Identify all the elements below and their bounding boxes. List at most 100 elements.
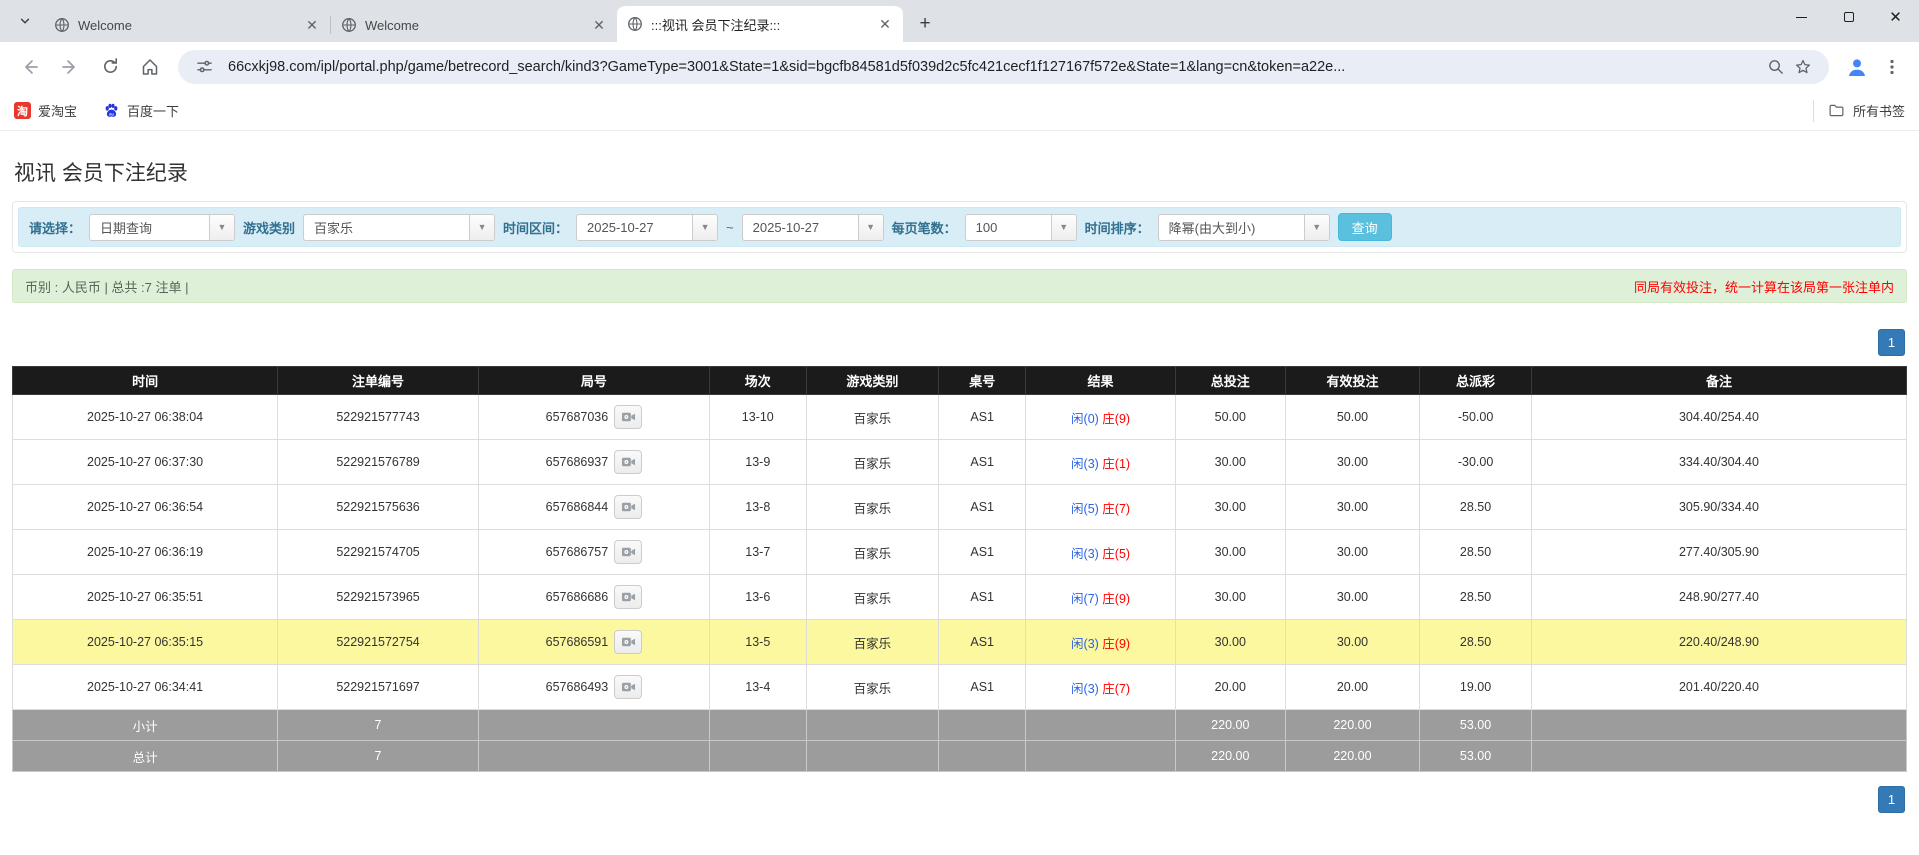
footer-cell [806, 741, 939, 772]
query-type-select[interactable]: 日期查询 ▼ [89, 214, 235, 241]
new-tab-button[interactable]: + [911, 10, 939, 38]
cell-note: 305.90/334.40 [1531, 485, 1906, 530]
chrome-menu-kebab-icon[interactable] [1877, 52, 1907, 82]
address-bar[interactable]: 66cxkj98.com/ipl/portal.php/game/betreco… [178, 50, 1829, 84]
cell-total-bet[interactable]: 30.00 [1175, 620, 1285, 665]
video-replay-icon[interactable] [614, 675, 642, 699]
page-size-label: 每页笔数： [892, 218, 957, 237]
all-bookmarks-label: 所有书签 [1853, 101, 1905, 120]
cell-valid-bet: 20.00 [1285, 665, 1419, 710]
close-icon[interactable]: ✕ [877, 16, 893, 32]
chevron-down-icon: ▼ [1304, 215, 1329, 240]
result-player: 闲(0) [1071, 412, 1099, 426]
page-number-button[interactable]: 1 [1878, 329, 1905, 356]
bookmark-label: 爱淘宝 [38, 101, 77, 120]
result-player: 闲(5) [1071, 502, 1099, 516]
cell-round-id: 657686591 [478, 620, 709, 665]
page-size-select[interactable]: 100 ▼ [965, 214, 1077, 241]
cell-round-id: 657686757 [478, 530, 709, 575]
tab-welcome-1[interactable]: Welcome ✕ [44, 8, 330, 42]
forward-icon[interactable] [53, 50, 87, 84]
site-settings-tune-icon[interactable] [190, 53, 218, 81]
bookmark-star-icon[interactable] [1789, 53, 1817, 81]
page-number-button[interactable]: 1 [1878, 786, 1905, 813]
round-id-text: 657686757 [546, 545, 609, 559]
cell-game-type: 百家乐 [806, 665, 939, 710]
reload-icon[interactable] [93, 50, 127, 84]
zoom-magnifier-icon[interactable] [1761, 53, 1789, 81]
page-content: 视讯 会员下注纪录 请选择： 日期查询 ▼ 游戏类别 百家乐 ▼ 时间区间： 2… [0, 157, 1919, 813]
cell-result: 闲(3) 庄(9) [1026, 620, 1176, 665]
cell-payout: 19.00 [1420, 665, 1532, 710]
table-row: 2025-10-27 06:35:51522921573965657686686… [13, 575, 1907, 620]
cell-round-id: 657687036 [478, 395, 709, 440]
cell-total-bet[interactable]: 50.00 [1175, 395, 1285, 440]
video-replay-icon[interactable] [614, 405, 642, 429]
cell-table-no: AS1 [939, 665, 1026, 710]
svg-text:du: du [109, 112, 114, 116]
time-sort-label: 时间排序： [1085, 218, 1150, 237]
all-bookmarks-button[interactable]: 所有书签 [1813, 100, 1905, 122]
column-header: 时间 [13, 367, 278, 395]
cell-total-bet[interactable]: 30.00 [1175, 485, 1285, 530]
date-to-select[interactable]: 2025-10-27 ▼ [742, 214, 884, 241]
cell-note: 334.40/304.40 [1531, 440, 1906, 485]
cell-note: 201.40/220.40 [1531, 665, 1906, 710]
footer-cell [939, 710, 1026, 741]
query-type-value: 日期查询 [90, 218, 209, 237]
cell-bet-id: 522921576789 [278, 440, 479, 485]
minimize-button[interactable] [1778, 0, 1825, 34]
cell-note: 277.40/305.90 [1531, 530, 1906, 575]
tab-search-chevron-icon[interactable] [8, 4, 42, 38]
video-replay-icon[interactable] [614, 630, 642, 654]
cell-time: 2025-10-27 06:38:04 [13, 395, 278, 440]
time-sort-select[interactable]: 降幂(由大到小) ▼ [1158, 214, 1330, 241]
column-header: 备注 [1531, 367, 1906, 395]
tab-welcome-2[interactable]: Welcome ✕ [331, 8, 617, 42]
back-icon[interactable] [13, 50, 47, 84]
result-player: 闲(7) [1071, 592, 1099, 606]
url-text[interactable]: 66cxkj98.com/ipl/portal.php/game/betreco… [228, 59, 1761, 75]
result-banker: 庄(9) [1102, 592, 1130, 606]
search-button[interactable]: 查询 [1338, 213, 1392, 241]
bookmark-baidu[interactable]: du 百度一下 [103, 101, 179, 120]
footer-cell [478, 741, 709, 772]
column-header: 局号 [478, 367, 709, 395]
footer-cell: 220.00 [1285, 710, 1419, 741]
cell-valid-bet: 30.00 [1285, 575, 1419, 620]
video-replay-icon[interactable] [614, 450, 642, 474]
cell-session: 13-10 [709, 395, 806, 440]
table-row: 2025-10-27 06:36:19522921574705657686757… [13, 530, 1907, 575]
cell-valid-bet: 30.00 [1285, 440, 1419, 485]
close-icon[interactable]: ✕ [591, 17, 607, 33]
cell-round-id: 657686844 [478, 485, 709, 530]
cell-game-type: 百家乐 [806, 620, 939, 665]
close-window-button[interactable]: ✕ [1872, 0, 1919, 34]
column-header: 游戏类别 [806, 367, 939, 395]
table-row: 2025-10-27 06:36:54522921575636657686844… [13, 485, 1907, 530]
game-type-select[interactable]: 百家乐 ▼ [303, 214, 495, 241]
table-row: 2025-10-27 06:34:41522921571697657686493… [13, 665, 1907, 710]
cell-session: 13-8 [709, 485, 806, 530]
profile-avatar-icon[interactable] [1841, 51, 1873, 83]
maximize-button[interactable] [1825, 0, 1872, 34]
cell-round-id: 657686937 [478, 440, 709, 485]
column-header: 有效投注 [1285, 367, 1419, 395]
close-icon[interactable]: ✕ [304, 17, 320, 33]
video-replay-icon[interactable] [614, 540, 642, 564]
total-row: 总计7220.00220.0053.00 [13, 741, 1907, 772]
cell-total-bet[interactable]: 20.00 [1175, 665, 1285, 710]
video-replay-icon[interactable] [614, 585, 642, 609]
date-from-select[interactable]: 2025-10-27 ▼ [576, 214, 718, 241]
cell-total-bet[interactable]: 30.00 [1175, 530, 1285, 575]
bookmark-taobao[interactable]: 淘 爱淘宝 [14, 101, 77, 120]
cell-total-bet[interactable]: 30.00 [1175, 440, 1285, 485]
result-banker: 庄(9) [1102, 412, 1130, 426]
video-replay-icon[interactable] [614, 495, 642, 519]
home-icon[interactable] [133, 50, 167, 84]
cell-total-bet[interactable]: 30.00 [1175, 575, 1285, 620]
page-size-value: 100 [966, 220, 1051, 235]
tab-bet-record-active[interactable]: :::视讯 会员下注纪录::: ✕ [617, 6, 903, 42]
date-from-value: 2025-10-27 [577, 220, 692, 235]
footer-cell [939, 741, 1026, 772]
